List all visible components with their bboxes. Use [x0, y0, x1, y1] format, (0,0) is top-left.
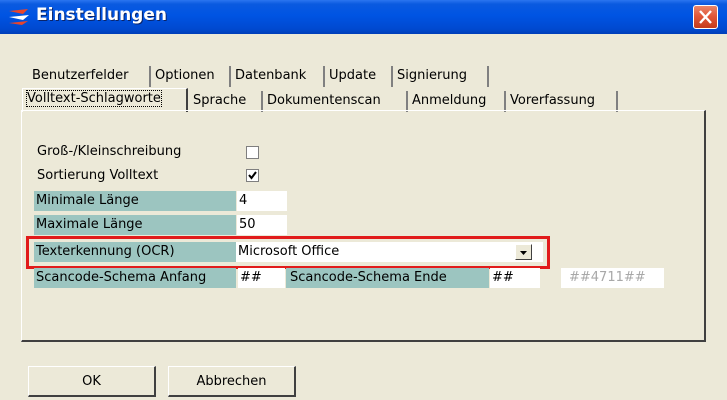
tab-sprache[interactable]: Sprache — [189, 91, 263, 112]
tab-optionen[interactable]: Optionen — [151, 66, 231, 87]
tab-volltext-schlagworte[interactable]: Volltext-Schlagworte — [22, 88, 188, 112]
tab-label: Optionen — [155, 68, 215, 83]
tab-label: Volltext-Schlagworte — [26, 90, 162, 107]
window-title: Einstellungen — [36, 5, 167, 25]
tab-signierung[interactable]: Signierung — [393, 66, 489, 87]
case-sensitivity-label: Groß-/Kleinschreibung — [37, 144, 182, 159]
min-length-label: Minimale Länge — [34, 191, 236, 211]
settings-dialog: Einstellungen Benutzerfelder Optionen Da… — [0, 0, 727, 400]
tab-label: Anmeldung — [412, 93, 487, 108]
scancode-end-label: Scancode-Schema Ende — [286, 268, 489, 288]
ok-button[interactable]: OK — [28, 366, 156, 397]
tab-vorerfassung[interactable]: Vorerfassung — [506, 91, 618, 112]
tab-label: Vorerfassung — [510, 93, 596, 108]
tab-benutzerfelder[interactable]: Benutzerfelder — [28, 66, 151, 87]
tab-label: Signierung — [397, 68, 468, 83]
tab-update[interactable]: Update — [325, 66, 393, 87]
tab-label: Sprache — [193, 93, 247, 108]
scancode-end-input[interactable]: ## — [490, 268, 540, 288]
scancode-start-input[interactable]: ## — [238, 268, 285, 288]
min-length-input[interactable]: 4 — [237, 191, 287, 211]
close-icon — [699, 10, 712, 24]
tab-label: Benutzerfelder — [32, 68, 129, 83]
max-length-input[interactable]: 50 — [237, 215, 287, 235]
tab-label: Datenbank — [235, 68, 307, 83]
max-length-label: Maximale Länge — [34, 215, 236, 235]
cancel-button-label: Abbrechen — [196, 374, 267, 389]
sort-fulltext-label: Sortierung Volltext — [37, 168, 159, 183]
ocr-annotation-box — [26, 236, 550, 269]
ok-button-label: OK — [82, 374, 101, 389]
title-bar[interactable]: Einstellungen — [0, 0, 727, 34]
sort-fulltext-checkbox[interactable] — [246, 169, 259, 182]
tab-label: Update — [329, 68, 377, 83]
tab-datenbank[interactable]: Datenbank — [231, 66, 325, 87]
check-icon — [248, 171, 257, 180]
scancode-start-label: Scancode-Schema Anfang — [34, 268, 236, 288]
scancode-example-preview: ##4711## — [561, 268, 664, 288]
app-logo-icon — [9, 9, 29, 25]
cancel-button[interactable]: Abbrechen — [168, 366, 296, 397]
case-sensitivity-checkbox[interactable] — [246, 146, 259, 159]
close-button[interactable] — [693, 5, 718, 29]
tab-dokumentenscan[interactable]: Dokumentenscan — [263, 91, 408, 112]
tab-anmeldung[interactable]: Anmeldung — [408, 91, 506, 112]
tab-label: Dokumentenscan — [267, 93, 381, 108]
